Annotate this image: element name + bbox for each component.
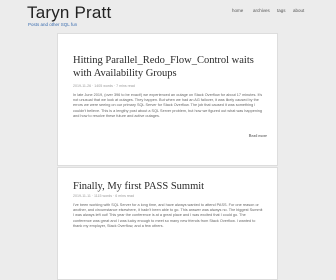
nav-item-archives[interactable]: archives [253, 8, 270, 13]
nav-item-tags[interactable]: tags [277, 8, 286, 13]
read-more-link[interactable]: Read more [249, 133, 267, 138]
post-meta: 2019-11-26 · 1405 words · 7 mins read [73, 84, 135, 88]
nav-item-about[interactable]: about [293, 8, 304, 13]
nav-item-home[interactable]: home [232, 8, 243, 13]
post-excerpt: In late June 2019, (over 396 to be exact… [73, 93, 263, 118]
post-card: Finally, My first PASS Summit 2019-11-11… [57, 167, 278, 280]
post-title[interactable]: Finally, My first PASS Summit [73, 180, 268, 193]
main-nav: home archives tags about [0, 8, 336, 16]
post-meta: 2019-11-11 · 1115 words · 6 mins read [73, 194, 135, 198]
post-card: Hitting Parallel_Redo_Flow_Control waits… [57, 33, 278, 166]
post-excerpt: I've been working with SQL Server for a … [73, 203, 263, 228]
site-tagline: Posts and other SQL fun [28, 22, 78, 27]
site-header: Taryn Pratt Posts and other SQL fun home… [0, 0, 336, 36]
post-title[interactable]: Hitting Parallel_Redo_Flow_Control waits… [73, 54, 268, 80]
